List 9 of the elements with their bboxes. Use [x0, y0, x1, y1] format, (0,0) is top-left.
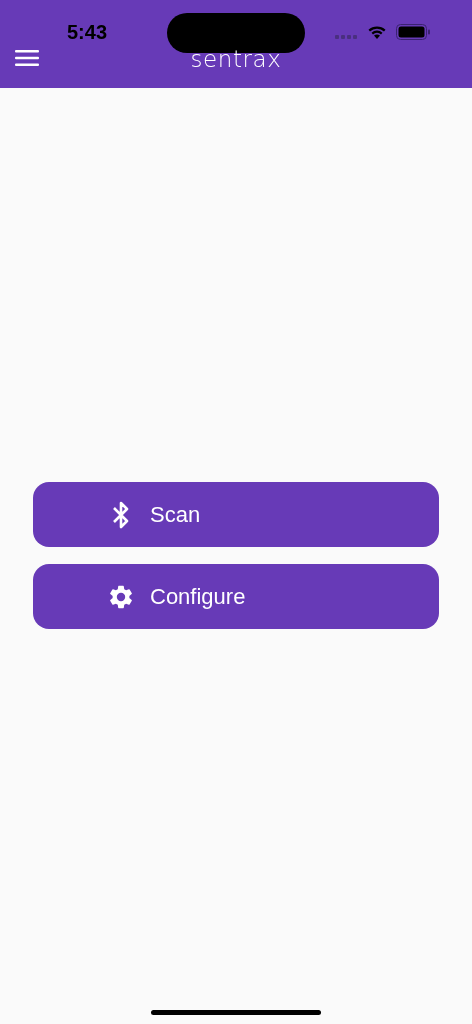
status-time: 5:43 [67, 20, 108, 44]
action-button[interactable]: Configure [33, 564, 439, 629]
app-logo: sentrax [190, 47, 282, 71]
menu-button[interactable] [14, 47, 40, 69]
cellular-signal-icon [335, 35, 359, 39]
battery-icon [396, 24, 431, 40]
wifi-icon [367, 24, 387, 39]
menu-icon [15, 49, 39, 67]
action-button[interactable]: Scan [33, 482, 439, 547]
